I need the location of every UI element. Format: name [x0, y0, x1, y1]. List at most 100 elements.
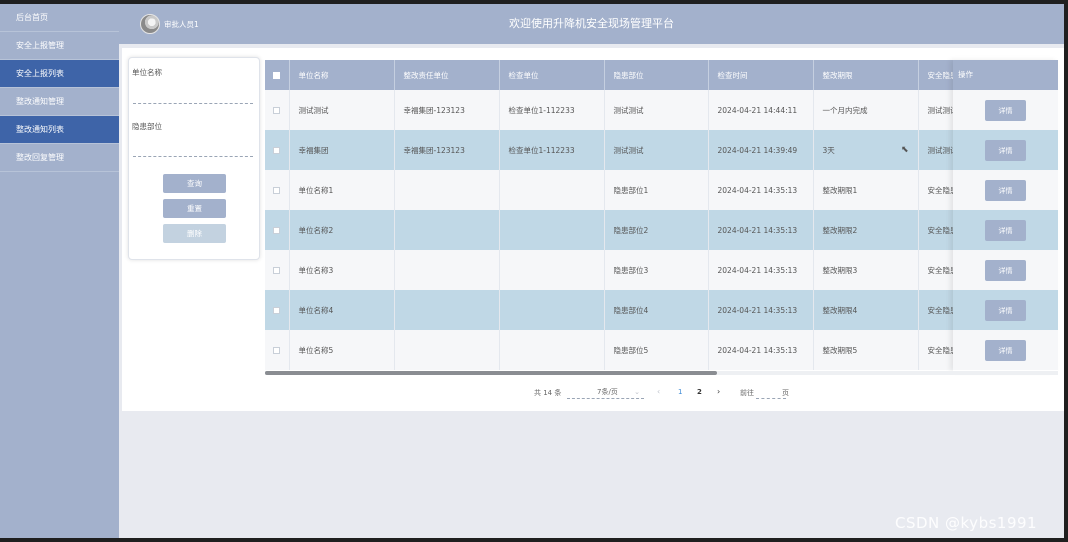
table-row[interactable]: 单位名称1 隐患部位1 2024-04-21 14:35:13 整改期限1 安全…: [265, 170, 1058, 210]
cell-time: 2024-04-21 14:35:13: [708, 330, 814, 370]
table-row[interactable]: 单位名称5 隐患部位5 2024-04-21 14:35:13 整改期限5 安全…: [265, 330, 1058, 370]
sidebar-item-home[interactable]: 后台首页: [0, 4, 119, 32]
cell-inspector: 检查单位1-112233: [499, 130, 605, 170]
cell-responsible: 幸福集团-123123: [394, 130, 500, 170]
data-table: 单位名称 整改责任单位 检查单位 隐患部位 检查时间 整改期限 安全隐患 测试测…: [265, 60, 1058, 374]
row-select-cell: [265, 210, 290, 250]
table-row[interactable]: 测试测试 幸福集团-123123 检查单位1-112233 测试测试 2024-…: [265, 90, 1058, 130]
cell-unit: 幸福集团: [289, 130, 395, 170]
cell-unit: 单位名称3: [289, 250, 395, 290]
cell-time: 2024-04-21 14:39:49: [708, 130, 814, 170]
reset-button[interactable]: 重置: [163, 199, 226, 218]
table-header-row: 单位名称 整改责任单位 检查单位 隐患部位 检查时间 整改期限 安全隐患: [265, 60, 1058, 90]
row-select-cell: [265, 170, 290, 210]
goto-label: 前往: [740, 389, 754, 397]
cell-responsible: [394, 290, 500, 330]
select-all-checkbox[interactable]: [273, 72, 281, 79]
sidebar: 后台首页 安全上报管理 安全上报列表 整改通知管理 整改通知列表 整改回复管理: [0, 4, 119, 538]
cell-deadline: 整改期限3: [813, 250, 919, 290]
select-all-cell: [265, 60, 290, 90]
cell-deadline: 整改期限1: [813, 170, 919, 210]
row-checkbox[interactable]: [273, 267, 281, 274]
operation-cell: 详情: [953, 130, 1058, 170]
detail-button[interactable]: 详情: [985, 180, 1026, 201]
page-size-select[interactable]: 7条/页 ⌄: [567, 385, 644, 399]
row-checkbox[interactable]: [273, 347, 281, 354]
row-checkbox[interactable]: [273, 147, 281, 154]
row-select-cell: [265, 290, 290, 330]
operation-cell: 详情: [953, 290, 1058, 330]
cell-deadline: 整改期限5: [813, 330, 919, 370]
operation-cell: 详情: [953, 330, 1058, 370]
sidebar-item-safety-report-list[interactable]: 安全上报列表: [0, 60, 119, 88]
detail-button[interactable]: 详情: [985, 140, 1026, 161]
chevron-down-icon: ⌄: [634, 388, 640, 396]
detail-button[interactable]: 详情: [985, 220, 1026, 241]
col-header-location[interactable]: 隐患部位: [604, 60, 709, 90]
delete-button[interactable]: 删除: [163, 224, 226, 243]
row-select-cell: [265, 330, 290, 370]
mouse-pointer-icon: ⬉: [901, 145, 909, 155]
operation-cell: 详情: [953, 90, 1058, 130]
goto-suffix: 页: [782, 389, 789, 397]
detail-button[interactable]: 详情: [985, 100, 1026, 121]
cell-location: 隐患部位2: [604, 210, 709, 250]
table-row[interactable]: 单位名称3 隐患部位3 2024-04-21 14:35:13 整改期限3 安全…: [265, 250, 1058, 290]
chevron-right-icon[interactable]: ›: [717, 387, 720, 396]
col-header-unit[interactable]: 单位名称: [289, 60, 395, 90]
screen-frame-bottom: [0, 538, 1068, 542]
cell-responsible: 幸福集团-123123: [394, 90, 500, 130]
watermark: CSDN @kybs1991: [895, 514, 1038, 532]
chevron-left-icon[interactable]: ‹: [657, 387, 660, 396]
row-checkbox[interactable]: [273, 107, 281, 114]
row-checkbox[interactable]: [273, 227, 281, 234]
query-button[interactable]: 查询: [163, 174, 226, 193]
cell-time: 2024-04-21 14:44:11: [708, 90, 814, 130]
sidebar-item-rectify-reply-manage[interactable]: 整改回复管理: [0, 144, 119, 172]
table-row[interactable]: 幸福集团 幸福集团-123123 检查单位1-112233 测试测试 2024-…: [265, 130, 1058, 170]
cell-deadline: 整改期限4: [813, 290, 919, 330]
screen-frame-right: [1064, 0, 1068, 542]
cell-unit: 单位名称1: [289, 170, 395, 210]
detail-button[interactable]: 详情: [985, 260, 1026, 281]
sidebar-item-rectify-notice-manage[interactable]: 整改通知管理: [0, 88, 119, 116]
cell-responsible: [394, 210, 500, 250]
page-size-value: 7条/页: [597, 388, 618, 396]
cell-unit: 单位名称4: [289, 290, 395, 330]
sidebar-item-rectify-notice-list[interactable]: 整改通知列表: [0, 116, 119, 144]
row-checkbox[interactable]: [273, 187, 281, 194]
row-checkbox[interactable]: [273, 307, 281, 314]
page-title: 欢迎使用升降机安全现场管理平台: [509, 17, 674, 30]
col-header-deadline[interactable]: 整改期限: [813, 60, 919, 90]
operation-cell: 详情: [953, 250, 1058, 290]
unit-name-input[interactable]: [133, 92, 253, 104]
cell-unit: 测试测试: [289, 90, 395, 130]
col-header-responsible[interactable]: 整改责任单位: [394, 60, 500, 90]
total-count: 共 14 条: [534, 389, 562, 397]
unit-name-label: 单位名称: [132, 68, 162, 77]
cell-responsible: [394, 250, 500, 290]
detail-button[interactable]: 详情: [985, 340, 1026, 361]
page-1-button[interactable]: 1: [678, 388, 682, 396]
operation-cell: 详情: [953, 170, 1058, 210]
cell-location: 隐患部位4: [604, 290, 709, 330]
detail-button[interactable]: 详情: [985, 300, 1026, 321]
hazard-location-label: 隐患部位: [132, 122, 162, 131]
table-row[interactable]: 单位名称4 隐患部位4 2024-04-21 14:35:13 整改期限4 安全…: [265, 290, 1058, 330]
hazard-location-input[interactable]: [133, 145, 253, 157]
table-row[interactable]: 单位名称2 隐患部位2 2024-04-21 14:35:13 整改期限2 安全…: [265, 210, 1058, 250]
row-select-cell: [265, 130, 290, 170]
horizontal-scrollbar-thumb[interactable]: [265, 371, 717, 375]
col-header-inspector[interactable]: 检查单位: [499, 60, 605, 90]
col-header-time[interactable]: 检查时间: [708, 60, 814, 90]
cell-time: 2024-04-21 14:35:13: [708, 210, 814, 250]
page-2-button[interactable]: 2: [697, 388, 702, 396]
cell-responsible: [394, 330, 500, 370]
cell-deadline: 整改期限2: [813, 210, 919, 250]
cell-responsible: [394, 170, 500, 210]
sidebar-item-safety-report-manage[interactable]: 安全上报管理: [0, 32, 119, 60]
cell-time: 2024-04-21 14:35:13: [708, 170, 814, 210]
cell-inspector: [499, 170, 605, 210]
cell-inspector: [499, 330, 605, 370]
row-select-cell: [265, 250, 290, 290]
